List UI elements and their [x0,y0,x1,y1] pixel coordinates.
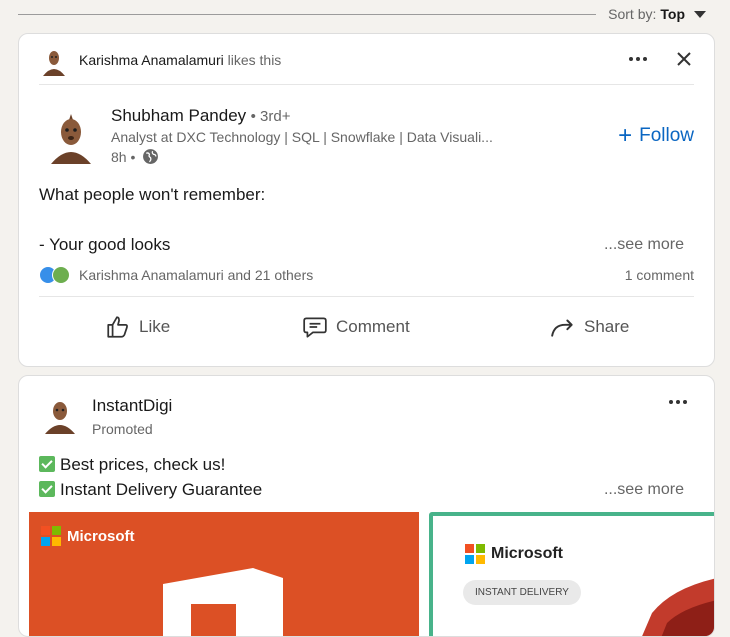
post-text-line: Best prices, check us! [39,455,225,475]
like-button[interactable]: Like [105,314,170,340]
support-reaction-icon [52,266,70,284]
share-icon [551,319,573,337]
promoted-label: Promoted [92,421,153,437]
social-counts: Karishma Anamalamuri and 21 others 1 com… [39,266,694,286]
context-text: Karishma Anamalamuri likes this [79,52,281,68]
office-product-image [163,568,283,636]
see-more-link[interactable]: ...see more [604,236,684,254]
post-time: 8h • [111,148,136,165]
post-author: InstantDigi Promoted [92,396,172,437]
post-text-line: Instant Delivery Guarantee [39,480,262,500]
reaction-icons[interactable] [39,266,70,284]
share-label: Share [584,317,630,336]
check-icon [39,481,55,497]
context-name[interactable]: Karishma Anamalamuri [79,52,224,68]
comment-icon [303,317,327,338]
follow-label: Follow [639,125,694,146]
more-icon[interactable] [664,388,692,416]
ad-brand: Microsoft [465,544,563,564]
follow-button[interactable]: + Follow [618,124,694,148]
comment-button[interactable]: Comment [302,314,410,340]
see-more-link[interactable]: ...see more [604,481,684,499]
brand-name: Microsoft [491,545,563,562]
close-icon[interactable] [670,45,698,73]
sort-label: Sort by: [608,6,657,22]
post-meta: 8h • [111,148,493,165]
post-actions: Like Comment Share [19,304,714,358]
author-name[interactable]: Shubham Pandey [111,106,246,125]
feed-post: Karishma Anamalamuri likes this Shubham … [18,33,715,367]
ad-line: Instant Delivery Guarantee [60,480,263,499]
microsoft-logo-icon [465,544,485,564]
thumbs-up-icon [107,316,128,338]
sort-value: Top [660,6,685,22]
avatar[interactable] [41,48,67,76]
divider [39,84,694,85]
more-icon[interactable] [624,45,652,73]
avatar[interactable] [49,112,93,164]
caret-down-icon [694,10,706,18]
office-product-image [642,578,714,636]
promoted-post: InstantDigi Promoted Best prices, check … [18,375,715,637]
ad-line: Best prices, check us! [60,455,226,474]
post-context-header: Karishma Anamalamuri likes this [19,34,714,84]
ad-brand: Microsoft [41,526,135,546]
divider [18,14,596,15]
post-text-line: - Your good looks [39,235,171,254]
share-button[interactable]: Share [550,314,629,340]
ad-carousel-card[interactable]: Microsoft [29,512,419,636]
comments-count[interactable]: 1 comment [625,267,694,283]
like-label: Like [139,317,171,336]
divider [39,296,694,297]
globe-icon [143,149,159,164]
author-name[interactable]: InstantDigi [92,396,172,416]
comment-label: Comment [336,317,410,336]
author-headline: Analyst at DXC Technology | SQL | Snowfl… [111,129,493,145]
post-author: Shubham Pandey • 3rd+ Analyst at DXC Tec… [111,106,493,165]
post-text-line: What people won't remember: [39,185,266,204]
ad-carousel-card[interactable]: Microsoft INSTANT DELIVERY [429,512,714,636]
connection-degree: • 3rd+ [250,108,291,125]
feed-sort-bar: Sort by: Top [18,0,714,30]
reactions-count[interactable]: Karishma Anamalamuri and 21 others [79,267,313,283]
context-action: likes this [227,52,282,68]
instant-delivery-badge: INSTANT DELIVERY [463,580,581,605]
avatar[interactable] [43,398,77,434]
microsoft-logo-icon [41,526,61,546]
sort-dropdown[interactable]: Sort by: Top [608,6,706,22]
check-icon [39,456,55,472]
plus-icon: + [618,122,633,149]
brand-name: Microsoft [67,527,135,545]
